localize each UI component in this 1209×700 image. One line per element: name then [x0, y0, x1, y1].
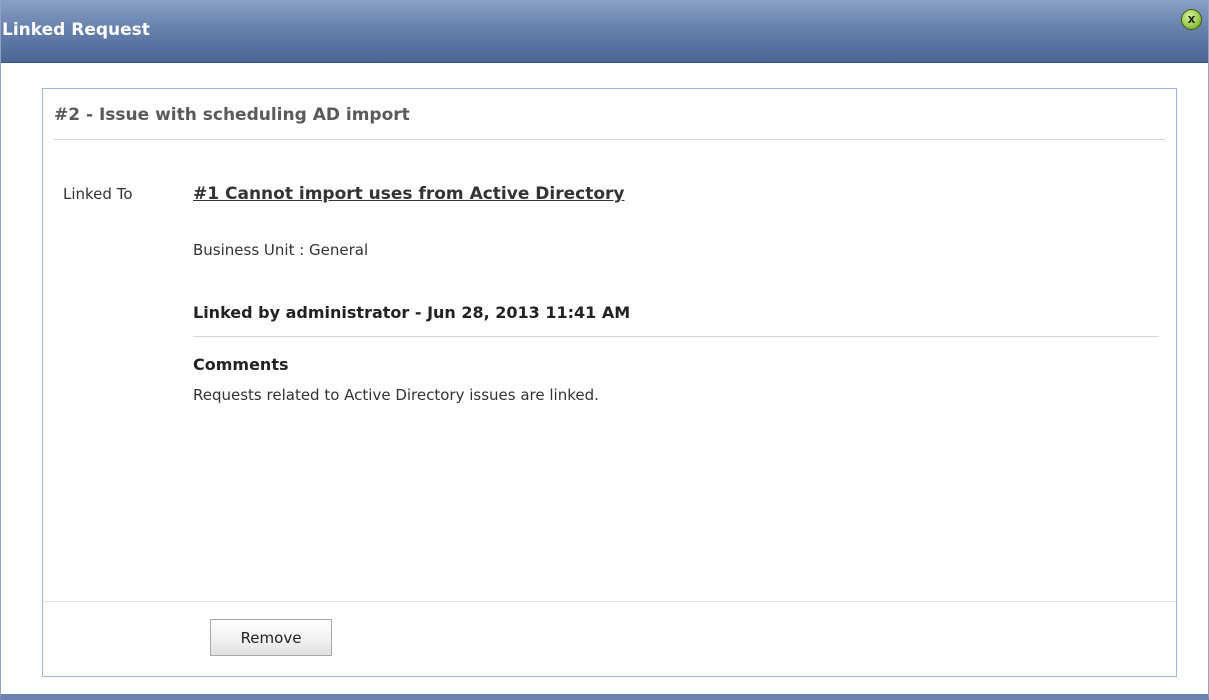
remove-button[interactable]: Remove	[210, 619, 332, 656]
linked-to-label: Linked To	[63, 185, 133, 203]
linked-by-divider	[193, 336, 1159, 337]
request-panel: #2 - Issue with scheduling AD import Lin…	[42, 88, 1177, 677]
header-divider	[54, 139, 1165, 140]
request-header: #2 - Issue with scheduling AD import	[54, 105, 410, 125]
linked-request-link[interactable]: #1 Cannot import uses from Active Direct…	[193, 184, 624, 204]
comments-text: Requests related to Active Directory iss…	[193, 386, 599, 404]
footer-divider	[43, 601, 1176, 602]
close-icon[interactable]: x	[1181, 9, 1202, 30]
business-unit-text: Business Unit : General	[193, 241, 369, 259]
dialog-title: Linked Request	[2, 20, 150, 40]
linked-by-text: Linked by administrator - Jun 28, 2013 1…	[193, 303, 631, 322]
dialog-titlebar: Linked Request x	[1, 0, 1208, 63]
comments-heading: Comments	[193, 355, 289, 374]
linked-request-dialog: Linked Request x #2 - Issue with schedul…	[0, 0, 1209, 700]
